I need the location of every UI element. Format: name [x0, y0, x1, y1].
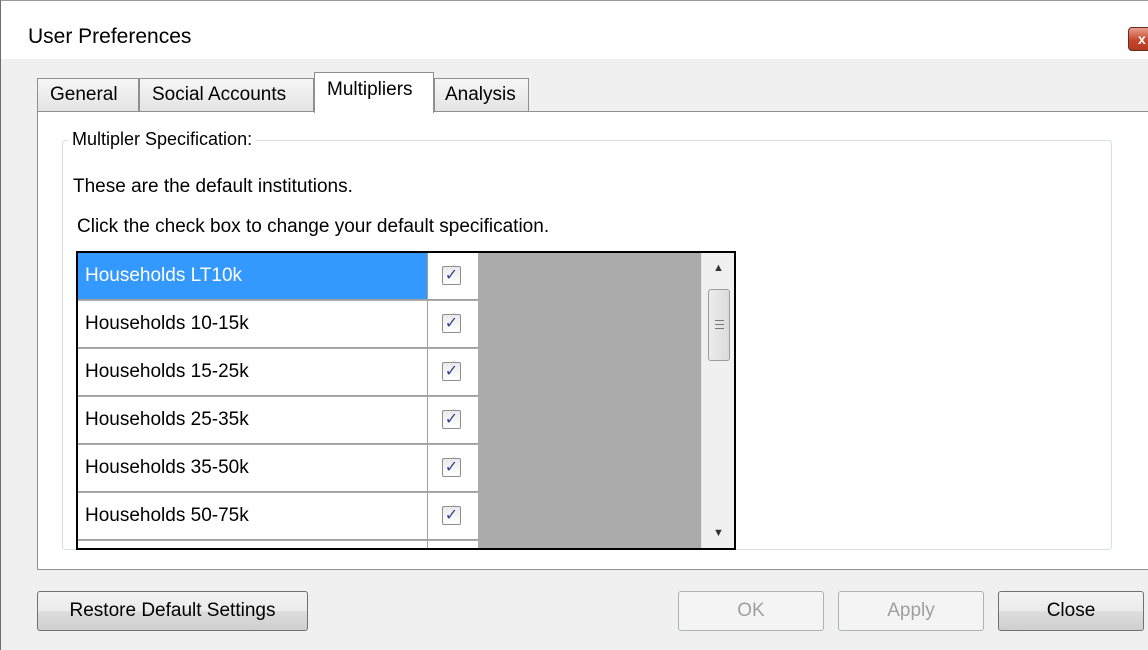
scroll-up-button[interactable]: ▲ [702, 253, 734, 283]
checkmark-icon: ✓ [444, 315, 459, 332]
institution-name[interactable] [78, 541, 428, 548]
checkmark-icon: ✓ [444, 459, 459, 476]
institution-name[interactable]: Households 35-50k [78, 445, 428, 491]
institutions-list[interactable]: Households LT10k ✓ Households 10-15k ✓ H… [76, 251, 736, 550]
grip-line-icon [715, 324, 724, 325]
check-cell [428, 541, 478, 548]
institution-name[interactable]: Households 50-75k [78, 493, 428, 539]
title-bar: User Preferences x [1, 1, 1148, 59]
check-cell: ✓ [428, 493, 478, 539]
list-item[interactable]: Households 25-35k ✓ [78, 397, 478, 444]
institution-checkbox[interactable]: ✓ [442, 266, 461, 285]
close-icon: x [1138, 31, 1146, 47]
list-item-partial[interactable] [78, 541, 478, 548]
institution-name[interactable]: Households 25-35k [78, 397, 428, 443]
group-legend: Multipler Specification: [68, 129, 257, 150]
window-title: User Preferences [28, 25, 192, 48]
restore-default-settings-button[interactable]: Restore Default Settings [37, 591, 308, 631]
chevron-down-icon: ▼ [713, 527, 724, 539]
check-cell: ✓ [428, 397, 478, 443]
close-window-button[interactable]: x [1128, 27, 1148, 51]
check-cell: ✓ [428, 349, 478, 395]
ok-button[interactable]: OK [678, 591, 824, 631]
chevron-up-icon: ▲ [713, 262, 724, 274]
institution-checkbox[interactable]: ✓ [442, 458, 461, 477]
default-institutions-text: These are the default institutions. [73, 176, 353, 197]
list-item[interactable]: Households 15-25k ✓ [78, 349, 478, 396]
tab-multipliers[interactable]: Multipliers [314, 72, 434, 113]
checkmark-icon: ✓ [444, 363, 459, 380]
checkmark-icon: ✓ [444, 267, 459, 284]
institution-checkbox[interactable]: ✓ [442, 506, 461, 525]
tab-multipliers-label: Multipliers [327, 79, 413, 100]
list-scrollbar[interactable]: ▲ ▼ [701, 253, 734, 548]
tab-analysis[interactable]: Analysis [434, 78, 529, 112]
scroll-down-button[interactable]: ▼ [702, 518, 734, 548]
tab-general-label: General [50, 84, 118, 105]
list-item[interactable]: Households 50-75k ✓ [78, 493, 478, 540]
check-cell: ✓ [428, 445, 478, 491]
close-button[interactable]: Close [998, 591, 1144, 631]
list-item[interactable]: Households 10-15k ✓ [78, 301, 478, 348]
institution-name[interactable]: Households LT10k [78, 253, 428, 299]
institution-checkbox[interactable]: ✓ [442, 410, 461, 429]
list-item[interactable]: Households 35-50k ✓ [78, 445, 478, 492]
institution-name[interactable]: Households 10-15k [78, 301, 428, 347]
tab-general[interactable]: General [37, 78, 139, 112]
apply-button[interactable]: Apply [838, 591, 984, 631]
tab-analysis-label: Analysis [445, 84, 516, 105]
check-cell: ✓ [428, 301, 478, 347]
tab-social-accounts[interactable]: Social Accounts [139, 78, 314, 112]
checkmark-icon: ✓ [444, 411, 459, 428]
grip-line-icon [715, 328, 724, 329]
tab-social-accounts-label: Social Accounts [152, 84, 287, 105]
institution-checkbox[interactable]: ✓ [442, 314, 461, 333]
checkmark-icon: ✓ [444, 507, 459, 524]
scroll-thumb[interactable] [708, 289, 730, 361]
grip-line-icon [715, 320, 724, 321]
list-item[interactable]: Households LT10k ✓ [78, 253, 478, 300]
check-cell: ✓ [428, 253, 478, 299]
checkbox-instructions-text: Click the check box to change your defau… [77, 216, 550, 237]
institution-checkbox[interactable]: ✓ [442, 362, 461, 381]
institution-name[interactable]: Households 15-25k [78, 349, 428, 395]
